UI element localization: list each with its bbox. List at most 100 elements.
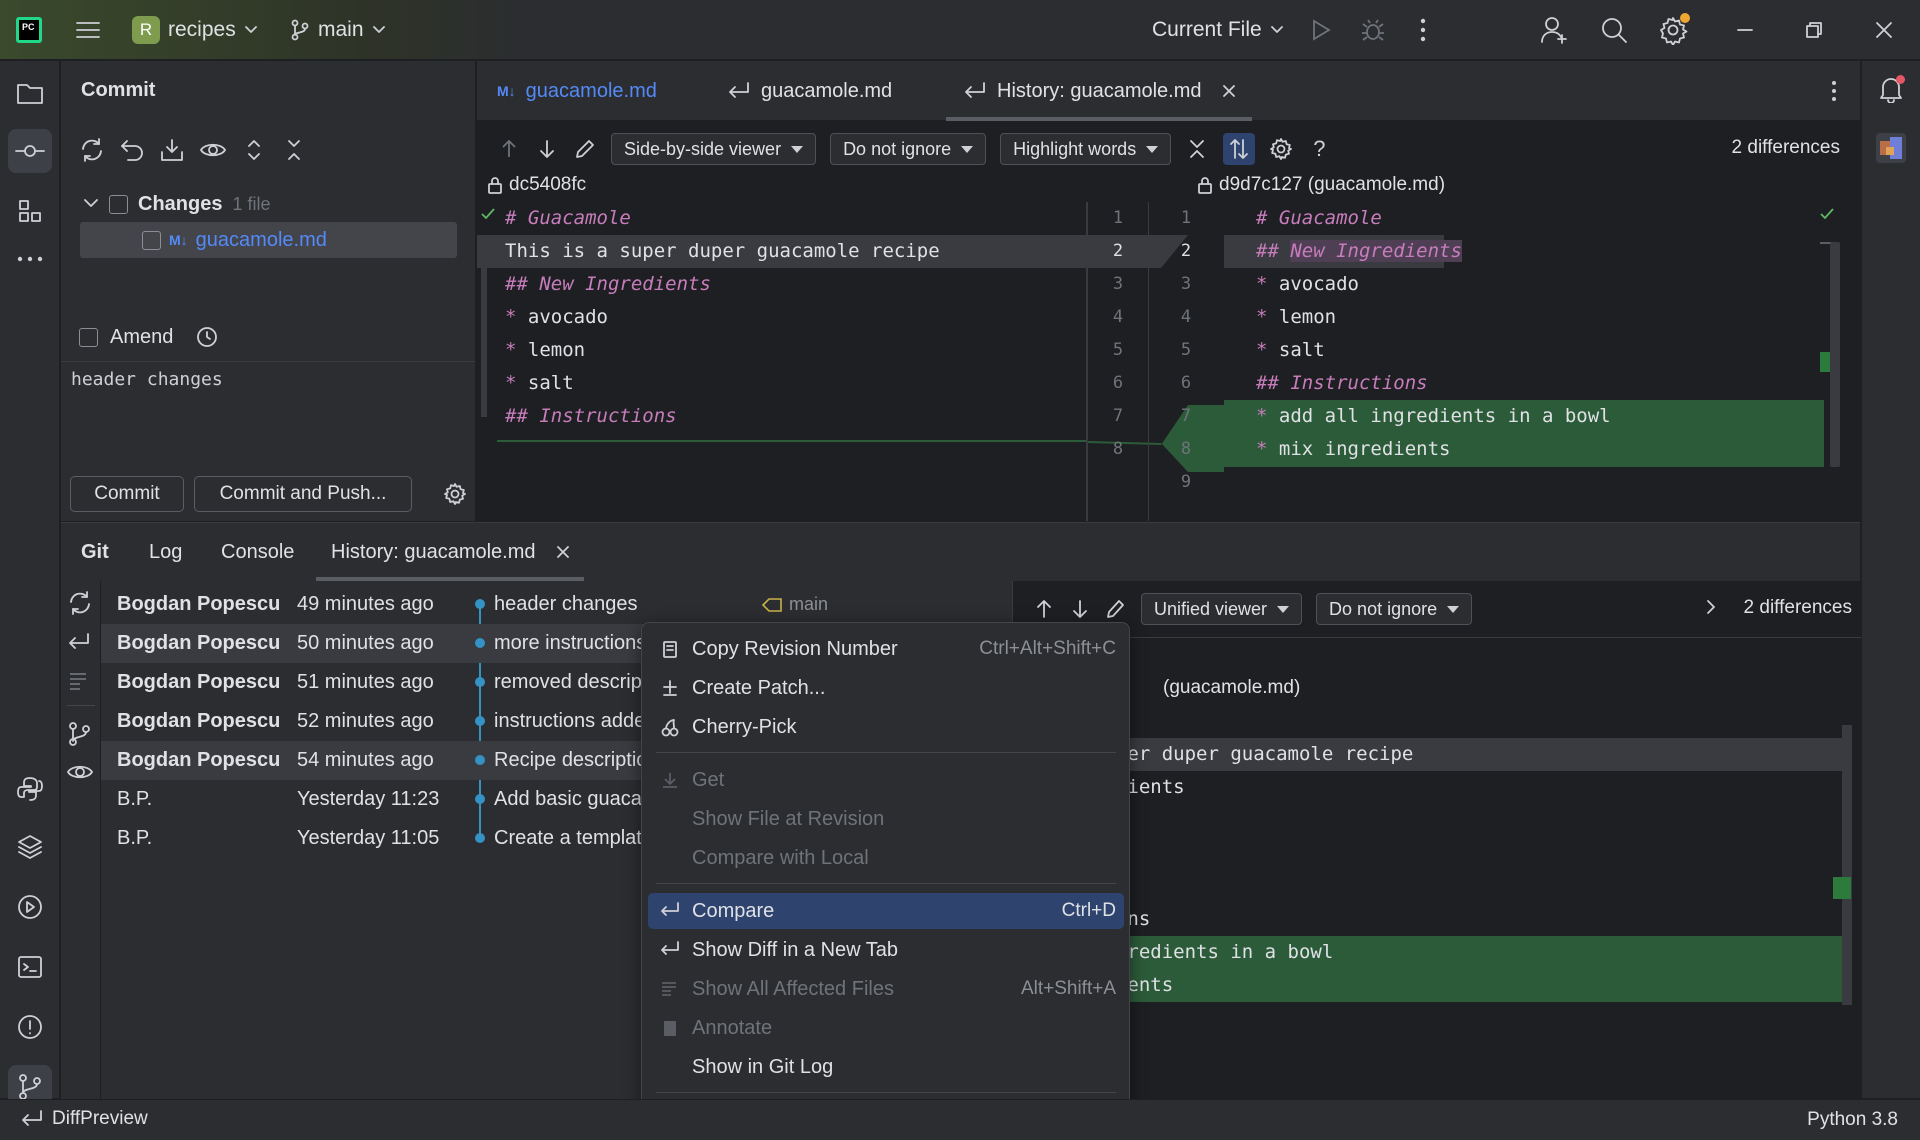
amend-option[interactable]: Amend [79, 325, 219, 349]
code-line: ## New Ingredients [505, 273, 711, 295]
project-tool-button[interactable] [8, 71, 52, 115]
terminal-tool-button[interactable] [8, 945, 52, 989]
tab-markdown-file[interactable]: M↓ guacamole.md [497, 61, 657, 121]
debug-button[interactable] [1360, 0, 1386, 60]
collapse-icon[interactable] [1185, 137, 1209, 161]
commit-author: Bogdan Popescu [117, 632, 281, 654]
scrollbar[interactable] [1842, 725, 1852, 1005]
bottom-ignore-select[interactable]: Do not ignore [1316, 593, 1473, 625]
view-options-button[interactable] [66, 759, 94, 785]
arrow-down-icon[interactable] [535, 137, 559, 161]
menu-item-label: Compare with Local [692, 846, 869, 869]
ai-assistant-button[interactable] [1876, 133, 1906, 163]
search-icon [1602, 18, 1627, 43]
edit-icon[interactable] [573, 137, 597, 161]
minimize-button[interactable] [1735, 0, 1755, 60]
tab-diff-file[interactable]: guacamole.md [727, 61, 892, 121]
python-interpreter[interactable]: Python 3.8 [1807, 1109, 1898, 1131]
right-revision-label: d9d7c127 (guacamole.md) [1219, 174, 1446, 195]
commit-message-input[interactable]: header changes [71, 369, 223, 390]
tab-history[interactable]: History: guacamole.md [963, 61, 1236, 121]
problems-tool-button[interactable] [8, 1005, 52, 1049]
eye-icon[interactable] [199, 137, 227, 163]
menu-item-compare[interactable]: Compare Ctrl+D [648, 893, 1124, 929]
menu-item-compare-with-local: Compare with Local [648, 840, 1124, 876]
changes-group[interactable]: Changes 1 file [83, 187, 271, 221]
amend-checkbox[interactable] [79, 327, 98, 347]
python-packages-button[interactable] [8, 767, 52, 811]
status-left[interactable]: DiffPreview [20, 1108, 148, 1130]
tab-console[interactable]: Console [221, 523, 294, 581]
unified-diff-content[interactable]: uacamoles is a super duper guacamole rec… [1013, 705, 1861, 1035]
changes-checkbox[interactable] [109, 194, 128, 214]
commit-and-push-button[interactable]: Commit and Push... [194, 476, 412, 512]
chevron-right-icon[interactable] [1705, 599, 1717, 615]
expand-all-icon[interactable] [241, 137, 267, 163]
chevron-down-icon[interactable] [83, 198, 99, 210]
collapse-all-icon[interactable] [281, 137, 307, 163]
restore-button[interactable] [1804, 0, 1824, 60]
arrow-up-icon[interactable] [497, 137, 521, 161]
main-menu-button[interactable] [74, 0, 102, 60]
line-number: 7 [1180, 406, 1192, 426]
menu-item-create-patch[interactable]: Create Patch... [648, 670, 1124, 706]
services-tool-button[interactable] [8, 885, 52, 929]
file-checkbox[interactable] [142, 230, 161, 250]
close-icon[interactable] [556, 545, 570, 559]
menu-item-cherry-pick[interactable]: Cherry-Pick [648, 709, 1124, 745]
run-button[interactable] [1310, 0, 1332, 60]
menu-item-show-diff-in-a-new-tab[interactable]: Show Diff in a New Tab [648, 932, 1124, 968]
tab-git[interactable]: Git [81, 523, 109, 581]
code-line: ## Instructions [505, 405, 677, 427]
show-affected-button[interactable] [67, 669, 93, 693]
compare-button[interactable] [67, 631, 93, 655]
edit-icon[interactable] [1105, 598, 1127, 620]
commit-author: Bogdan Popescu [117, 749, 281, 771]
refresh-icon[interactable] [79, 137, 105, 163]
bottom-viewer-select[interactable]: Unified viewer [1141, 593, 1303, 625]
clock-icon[interactable] [195, 325, 219, 349]
close-icon[interactable] [1222, 84, 1236, 98]
menu-item-show-in-git-log[interactable]: Show in Git Log [648, 1049, 1124, 1085]
layers-tool-button[interactable] [8, 825, 52, 869]
close-window-button[interactable] [1874, 0, 1894, 60]
ignore-select[interactable]: Do not ignore [830, 133, 987, 165]
menu-item-copy-revision-number[interactable]: Copy Revision Number Ctrl+Alt+Shift+C [648, 631, 1124, 667]
rollback-icon[interactable] [119, 137, 145, 163]
commit-tool-button[interactable] [8, 129, 52, 173]
tab-log[interactable]: Log [149, 523, 182, 581]
code-with-me-button[interactable] [1540, 0, 1570, 60]
log-row[interactable]: Bogdan Popescu 49 minutes ago header chang… [101, 585, 1041, 624]
more-tools-button[interactable] [8, 237, 52, 281]
changed-file-row[interactable]: M↓ guacamole.md [80, 222, 457, 258]
caret-down-icon [1146, 145, 1159, 153]
arrow-down-icon[interactable] [1069, 598, 1091, 620]
tab-history[interactable]: History: guacamole.md [331, 523, 570, 581]
viewer-select[interactable]: Side-by-side viewer [611, 133, 817, 165]
shelve-icon[interactable] [159, 137, 185, 163]
more-actions-button[interactable] [1418, 0, 1428, 60]
project-selector[interactable]: R recipes [132, 0, 258, 60]
branch-selector[interactable]: main [290, 0, 386, 60]
commit-button[interactable]: Commit [70, 476, 184, 512]
sync-scroll-toggle[interactable] [1223, 133, 1256, 165]
branches-button[interactable] [67, 721, 93, 747]
refresh-button[interactable] [67, 591, 93, 615]
structure-tool-button[interactable] [8, 189, 52, 233]
help-icon[interactable]: ? [1307, 136, 1325, 162]
search-button[interactable] [1600, 0, 1628, 60]
highlight-select[interactable]: Highlight words [1000, 133, 1172, 165]
scrollbar[interactable] [1830, 242, 1840, 467]
bottom-ignore-label: Do not ignore [1329, 598, 1438, 619]
branch-icon [291, 19, 309, 41]
app-logo: PC [16, 0, 42, 60]
run-config-selector[interactable]: Current File [1152, 0, 1284, 60]
settings-button[interactable] [1658, 0, 1690, 60]
commit-graph-node [475, 833, 485, 843]
gear-icon[interactable] [1269, 137, 1293, 161]
arrow-up-icon[interactable] [1033, 598, 1055, 620]
tab-options-button[interactable] [1829, 79, 1839, 103]
commit-options-button[interactable] [443, 482, 467, 506]
right-toolbar [1861, 61, 1920, 1098]
notifications-button[interactable] [1877, 75, 1905, 103]
